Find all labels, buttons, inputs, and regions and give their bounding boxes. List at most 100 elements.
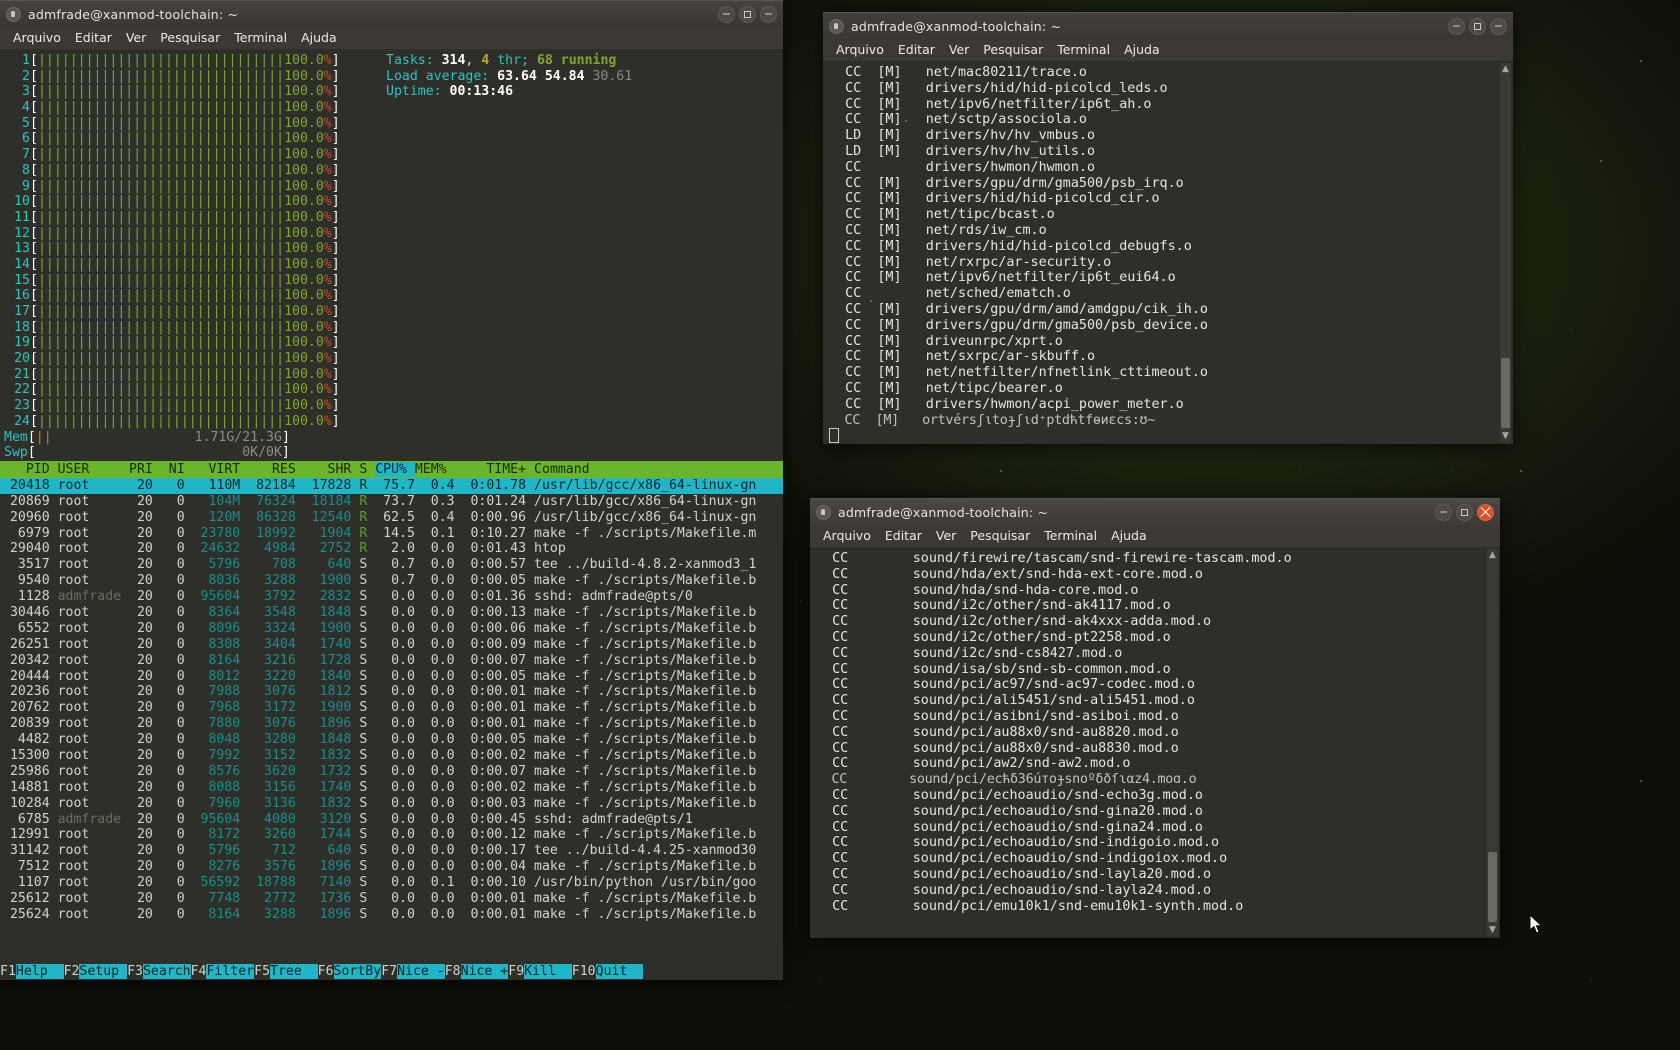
menu-item-pesquisar[interactable]: Pesquisar xyxy=(963,525,1037,547)
maximize-button[interactable] xyxy=(1456,504,1473,521)
fkey-f9-key[interactable]: F9 xyxy=(508,964,524,979)
build-bottom-scrollbar[interactable]: ▲ ▼ xyxy=(1487,549,1498,936)
build-log-window-bottom[interactable]: admfrade@xanmod-toolchain: ~ ArquivoEdit… xyxy=(810,498,1500,938)
fkey-f7-key[interactable]: F7 xyxy=(381,964,397,979)
build-top-titlebar[interactable]: admfrade@xanmod-toolchain: ~ xyxy=(823,12,1513,39)
fkey-f2-label[interactable]: Setup xyxy=(79,964,127,979)
build-top-menubar[interactable]: ArquivoEditarVerPesquisarTerminalAjuda xyxy=(823,39,1513,61)
fkey-f6-key[interactable]: F6 xyxy=(318,964,334,979)
column-header-command[interactable]: Command xyxy=(534,462,590,477)
process-row[interactable]: 20960 root 20 0 120M 86328 12540 R 62.5 … xyxy=(0,510,783,526)
fkey-f3-label[interactable]: Search xyxy=(143,964,191,979)
process-row[interactable]: 30446 root 20 0 8364 3548 1848 S 0.0 0.0… xyxy=(0,605,783,621)
fkey-f7-label[interactable]: Nice - xyxy=(397,964,445,979)
menu-item-ajuda[interactable]: Ajuda xyxy=(1117,39,1167,61)
fkey-f5-key[interactable]: F5 xyxy=(254,964,270,979)
build-bottom-window-controls[interactable] xyxy=(1435,504,1494,521)
process-row[interactable]: 15300 root 20 0 7992 3152 1832 S 0.0 0.0… xyxy=(0,748,783,764)
build-top-scrollbar[interactable]: ▲ ▼ xyxy=(1500,63,1511,442)
menu-item-terminal[interactable]: Terminal xyxy=(227,27,294,49)
menu-item-arquivo[interactable]: Arquivo xyxy=(816,525,878,547)
function-key-bar[interactable]: F1Help F2Setup F3SearchF4FilterF5Tree F6… xyxy=(0,963,783,980)
fkey-f4-key[interactable]: F4 xyxy=(191,964,207,979)
menu-item-ver[interactable]: Ver xyxy=(119,27,153,49)
process-row[interactable]: 20444 root 20 0 8012 3220 1840 S 0.0 0.0… xyxy=(0,669,783,685)
minimize-button[interactable] xyxy=(1435,504,1452,521)
process-row[interactable]: 25624 root 20 0 8164 3288 1896 S 0.0 0.0… xyxy=(0,907,783,923)
process-row[interactable]: 7512 root 20 0 8276 3576 1896 S 0.0 0.0 … xyxy=(0,859,783,875)
fkey-f6-label[interactable]: SortBy xyxy=(334,964,382,979)
process-row[interactable]: 10284 root 20 0 7960 3136 1832 S 0.0 0.0… xyxy=(0,796,783,812)
menu-item-editar[interactable]: Editar xyxy=(878,525,929,547)
close-button[interactable] xyxy=(760,6,777,23)
column-header-mem[interactable]: MEM% xyxy=(415,462,463,477)
column-header-time[interactable]: TIME+ xyxy=(463,462,534,477)
fkey-f8-key[interactable]: F8 xyxy=(445,964,461,979)
htop-titlebar[interactable]: admfrade@xanmod-toolchain: ~ xyxy=(0,0,783,27)
build-bottom-terminal-body[interactable]: CC sound/firewire/tascam/snd-firewire-ta… xyxy=(810,547,1500,938)
process-row[interactable]: 1107 root 20 0 56592 18788 7140 S 0.0 0.… xyxy=(0,875,783,891)
maximize-button[interactable] xyxy=(739,6,756,23)
scroll-down-arrow[interactable]: ▼ xyxy=(1487,924,1498,936)
process-row[interactable]: 25612 root 20 0 7748 2772 1736 S 0.0 0.0… xyxy=(0,891,783,907)
column-header-res[interactable]: RES xyxy=(248,462,304,477)
process-row[interactable]: 6552 root 20 0 8096 3324 1900 S 0.0 0.0 … xyxy=(0,621,783,637)
column-header-state[interactable]: S xyxy=(359,462,375,477)
process-row[interactable]: 25986 root 20 0 8576 3620 1732 S 0.0 0.0… xyxy=(0,764,783,780)
menu-item-editar[interactable]: Editar xyxy=(68,27,119,49)
menu-item-ajuda[interactable]: Ajuda xyxy=(1104,525,1154,547)
process-row[interactable]: 6979 root 20 0 23780 18992 1904 R 14.5 0… xyxy=(0,526,783,542)
scroll-up-arrow[interactable]: ▲ xyxy=(1500,63,1511,75)
menu-item-terminal[interactable]: Terminal xyxy=(1037,525,1104,547)
process-row[interactable]: 1128 admfrade 20 0 95604 3792 2832 S 0.0… xyxy=(0,589,783,605)
process-row[interactable]: 20762 root 20 0 7968 3172 1900 S 0.0 0.0… xyxy=(0,700,783,716)
column-header-virt[interactable]: VIRT xyxy=(193,462,249,477)
column-header-cpu[interactable]: CPU% xyxy=(375,462,415,477)
scroll-down-arrow[interactable]: ▼ xyxy=(1500,430,1511,442)
process-row[interactable]: 20342 root 20 0 8164 3216 1728 S 0.0 0.0… xyxy=(0,653,783,669)
menu-item-terminal[interactable]: Terminal xyxy=(1050,39,1117,61)
menu-item-editar[interactable]: Editar xyxy=(891,39,942,61)
menu-item-pesquisar[interactable]: Pesquisar xyxy=(976,39,1050,61)
fkey-f10-key[interactable]: F10 xyxy=(572,964,596,979)
fkey-f4-label[interactable]: Filter xyxy=(206,964,254,979)
process-row[interactable]: 9540 root 20 0 8036 3288 1900 S 0.7 0.0 … xyxy=(0,573,783,589)
maximize-button[interactable] xyxy=(1469,18,1486,35)
column-header-shr[interactable]: SHR xyxy=(304,462,360,477)
build-top-window-controls[interactable] xyxy=(1448,18,1507,35)
menu-item-arquivo[interactable]: Arquivo xyxy=(6,27,68,49)
fkey-f10-label[interactable]: Quit xyxy=(596,964,644,979)
menu-item-arquivo[interactable]: Arquivo xyxy=(829,39,891,61)
htop-menubar[interactable]: ArquivoEditarVerPesquisarTerminalAjuda xyxy=(0,27,783,49)
menu-item-pesquisar[interactable]: Pesquisar xyxy=(153,27,227,49)
close-button[interactable] xyxy=(1490,18,1507,35)
minimize-button[interactable] xyxy=(718,6,735,23)
fkey-f5-label[interactable]: Tree xyxy=(270,964,318,979)
process-row[interactable]: 20236 root 20 0 7988 3076 1812 S 0.0 0.0… xyxy=(0,684,783,700)
column-header-ni[interactable]: NI xyxy=(161,462,193,477)
build-log-window-top[interactable]: admfrade@xanmod-toolchain: ~ ArquivoEdit… xyxy=(823,12,1513,444)
process-row[interactable]: 31142 root 20 0 5796 712 640 S 0.0 0.0 0… xyxy=(0,843,783,859)
minimize-button[interactable] xyxy=(1448,18,1465,35)
process-row[interactable]: 12991 root 20 0 8172 3260 1744 S 0.0 0.0… xyxy=(0,827,783,843)
fkey-f1-label[interactable]: Help xyxy=(16,964,64,979)
htop-terminal-window[interactable]: admfrade@xanmod-toolchain: ~ ArquivoEdit… xyxy=(0,0,783,980)
process-table-header[interactable]: PID USER PRI NI VIRT RES SHR S CPU% MEM%… xyxy=(0,461,783,478)
process-row[interactable]: 14881 root 20 0 8088 3156 1740 S 0.0 0.0… xyxy=(0,780,783,796)
column-header-pid[interactable]: PID xyxy=(2,462,58,477)
htop-terminal-body[interactable]: 1[|||||||||||||||||||||||||||||||100.0%]… xyxy=(0,49,783,980)
fkey-f2-key[interactable]: F2 xyxy=(64,964,80,979)
process-table-body[interactable]: 20418 root 20 0 110M 82184 17828 R 75.7 … xyxy=(0,478,783,923)
column-header-user[interactable]: USER xyxy=(58,462,122,477)
menu-item-ver[interactable]: Ver xyxy=(929,525,963,547)
process-row[interactable]: 20839 root 20 0 7880 3076 1896 S 0.0 0.0… xyxy=(0,716,783,732)
process-row[interactable]: 20418 root 20 0 110M 82184 17828 R 75.7 … xyxy=(0,478,783,494)
menu-item-ver[interactable]: Ver xyxy=(942,39,976,61)
fkey-f9-label[interactable]: Kill xyxy=(524,964,572,979)
process-row[interactable]: 26251 root 20 0 8308 3404 1740 S 0.0 0.0… xyxy=(0,637,783,653)
build-bottom-titlebar[interactable]: admfrade@xanmod-toolchain: ~ xyxy=(810,498,1500,525)
build-bottom-menubar[interactable]: ArquivoEditarVerPesquisarTerminalAjuda xyxy=(810,525,1500,547)
process-row[interactable]: 3517 root 20 0 5796 708 640 S 0.7 0.0 0:… xyxy=(0,557,783,573)
fkey-f8-label[interactable]: Nice + xyxy=(461,964,509,979)
htop-window-controls[interactable] xyxy=(718,6,777,23)
